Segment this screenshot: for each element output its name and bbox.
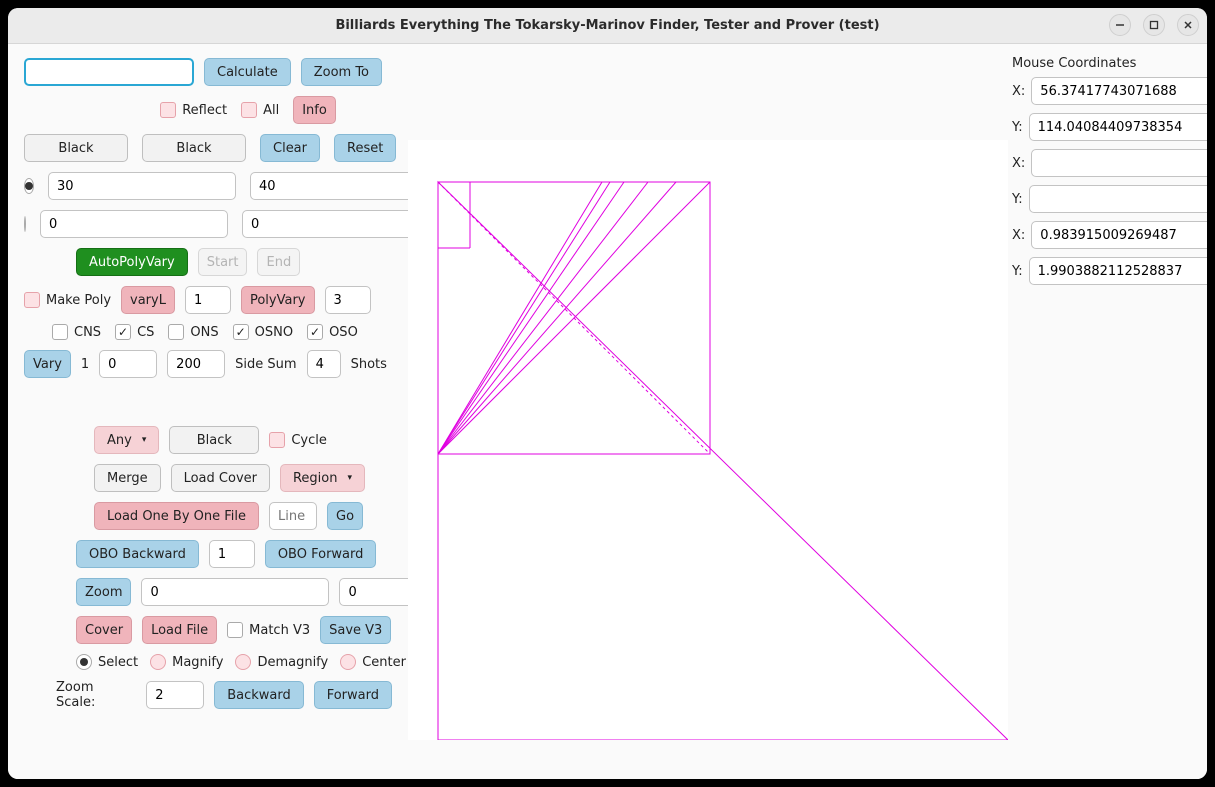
varyl-input[interactable] [185, 286, 231, 314]
zoom-scale-label: Zoom Scale: [56, 680, 136, 710]
mouse-coords-panel: Mouse Coordinates X: Y: X: Y: X: Y: [1008, 44, 1207, 779]
main-input[interactable] [24, 58, 194, 86]
controls-panel: Calculate Zoom To Reflect All Info Black… [8, 44, 408, 779]
load-obo-button[interactable]: Load One By One File [94, 502, 259, 530]
chevron-down-icon: ▾ [142, 435, 147, 445]
backward-button[interactable]: Backward [214, 681, 304, 709]
match-v3-checkbox[interactable]: Match V3 [227, 622, 310, 638]
obo-forward-button[interactable]: OBO Forward [265, 540, 377, 568]
black2-button[interactable]: Black [142, 134, 246, 162]
make-poly-checkbox[interactable]: Make Poly [24, 292, 111, 308]
polyvary-button[interactable]: PolyVary [241, 286, 315, 314]
all-checkbox[interactable]: All [241, 102, 279, 118]
black1-button[interactable]: Black [24, 134, 128, 162]
window-title: Billiards Everything The Tokarsky-Marino… [335, 18, 879, 33]
coord-x1-input[interactable] [1031, 77, 1207, 105]
coord-y3-label: Y: [1012, 264, 1023, 279]
coord-y2-label: Y: [1012, 192, 1023, 207]
any-dropdown[interactable]: Any▾ [94, 426, 159, 454]
cns-checkbox[interactable]: CNS [52, 324, 101, 340]
merge-button[interactable]: Merge [94, 464, 161, 492]
reflect-checkbox[interactable]: Reflect [160, 102, 227, 118]
coord-x3-label: X: [1012, 228, 1025, 243]
close-button[interactable] [1177, 14, 1199, 36]
start-button: Start [198, 248, 248, 276]
reset-button[interactable]: Reset [334, 134, 396, 162]
line-input[interactable] [269, 502, 317, 530]
forward-button[interactable]: Forward [314, 681, 392, 709]
go-button[interactable]: Go [327, 502, 363, 530]
cs-checkbox[interactable]: CS [115, 324, 154, 340]
autopolyvary-button[interactable]: AutoPolyVary [76, 248, 188, 276]
coord-y1-label: Y: [1012, 120, 1023, 135]
save-v3-button[interactable]: Save V3 [320, 616, 391, 644]
coord-y1-input[interactable] [1029, 113, 1207, 141]
demagnify-radio[interactable]: Demagnify [235, 654, 328, 670]
oso-checkbox[interactable]: OSO [307, 324, 358, 340]
vary-idx-label: 1 [81, 357, 89, 372]
vary-val1-input[interactable] [99, 350, 157, 378]
vary-val2-input[interactable] [167, 350, 225, 378]
osno-checkbox[interactable]: OSNO [233, 324, 293, 340]
minimize-button[interactable] [1109, 14, 1131, 36]
black3-button[interactable]: Black [169, 426, 259, 454]
plot-canvas[interactable] [408, 140, 1008, 740]
calculate-button[interactable]: Calculate [204, 58, 291, 86]
region-dropdown[interactable]: Region▾ [280, 464, 365, 492]
angle2a-input[interactable] [40, 210, 228, 238]
obo-backward-button[interactable]: OBO Backward [76, 540, 199, 568]
angle-row1-radio[interactable] [24, 178, 34, 194]
coord-y3-input[interactable] [1029, 257, 1207, 285]
zoom-to-button[interactable]: Zoom To [301, 58, 382, 86]
shots-label: Shots [351, 357, 387, 372]
cycle-checkbox[interactable]: Cycle [269, 432, 327, 448]
coord-y2-input[interactable] [1029, 185, 1207, 213]
magnify-radio[interactable]: Magnify [150, 654, 223, 670]
side-sum-label: Side Sum [235, 357, 296, 372]
clear-button[interactable]: Clear [260, 134, 320, 162]
angle-row2-radio[interactable] [24, 216, 26, 232]
zoom-button[interactable]: Zoom [76, 578, 131, 606]
coord-x1-label: X: [1012, 84, 1025, 99]
obo-input[interactable] [209, 540, 255, 568]
coord-x3-input[interactable] [1031, 221, 1207, 249]
maximize-button[interactable] [1143, 14, 1165, 36]
varyl-button[interactable]: varyL [121, 286, 175, 314]
select-radio[interactable]: Select [76, 654, 138, 670]
info-button[interactable]: Info [293, 96, 336, 124]
ons-checkbox[interactable]: ONS [168, 324, 218, 340]
coord-x2-label: X: [1012, 156, 1025, 171]
side-sum-input[interactable] [307, 350, 341, 378]
vary-button[interactable]: Vary [24, 350, 71, 378]
angle1a-input[interactable] [48, 172, 236, 200]
titlebar: Billiards Everything The Tokarsky-Marino… [8, 8, 1207, 44]
cover-button[interactable]: Cover [76, 616, 132, 644]
center-radio[interactable]: Center [340, 654, 406, 670]
angle2b-input[interactable] [242, 210, 430, 238]
coords-title: Mouse Coordinates [1012, 56, 1206, 71]
canvas-area [408, 44, 1008, 779]
zoom-scale-input[interactable] [146, 681, 204, 709]
load-cover-button[interactable]: Load Cover [171, 464, 270, 492]
zoom-val1-input[interactable] [141, 578, 329, 606]
coord-x2-input[interactable] [1031, 149, 1207, 177]
load-file-button[interactable]: Load File [142, 616, 217, 644]
polyvary-input[interactable] [325, 286, 371, 314]
end-button: End [257, 248, 300, 276]
chevron-down-icon: ▾ [348, 473, 353, 483]
